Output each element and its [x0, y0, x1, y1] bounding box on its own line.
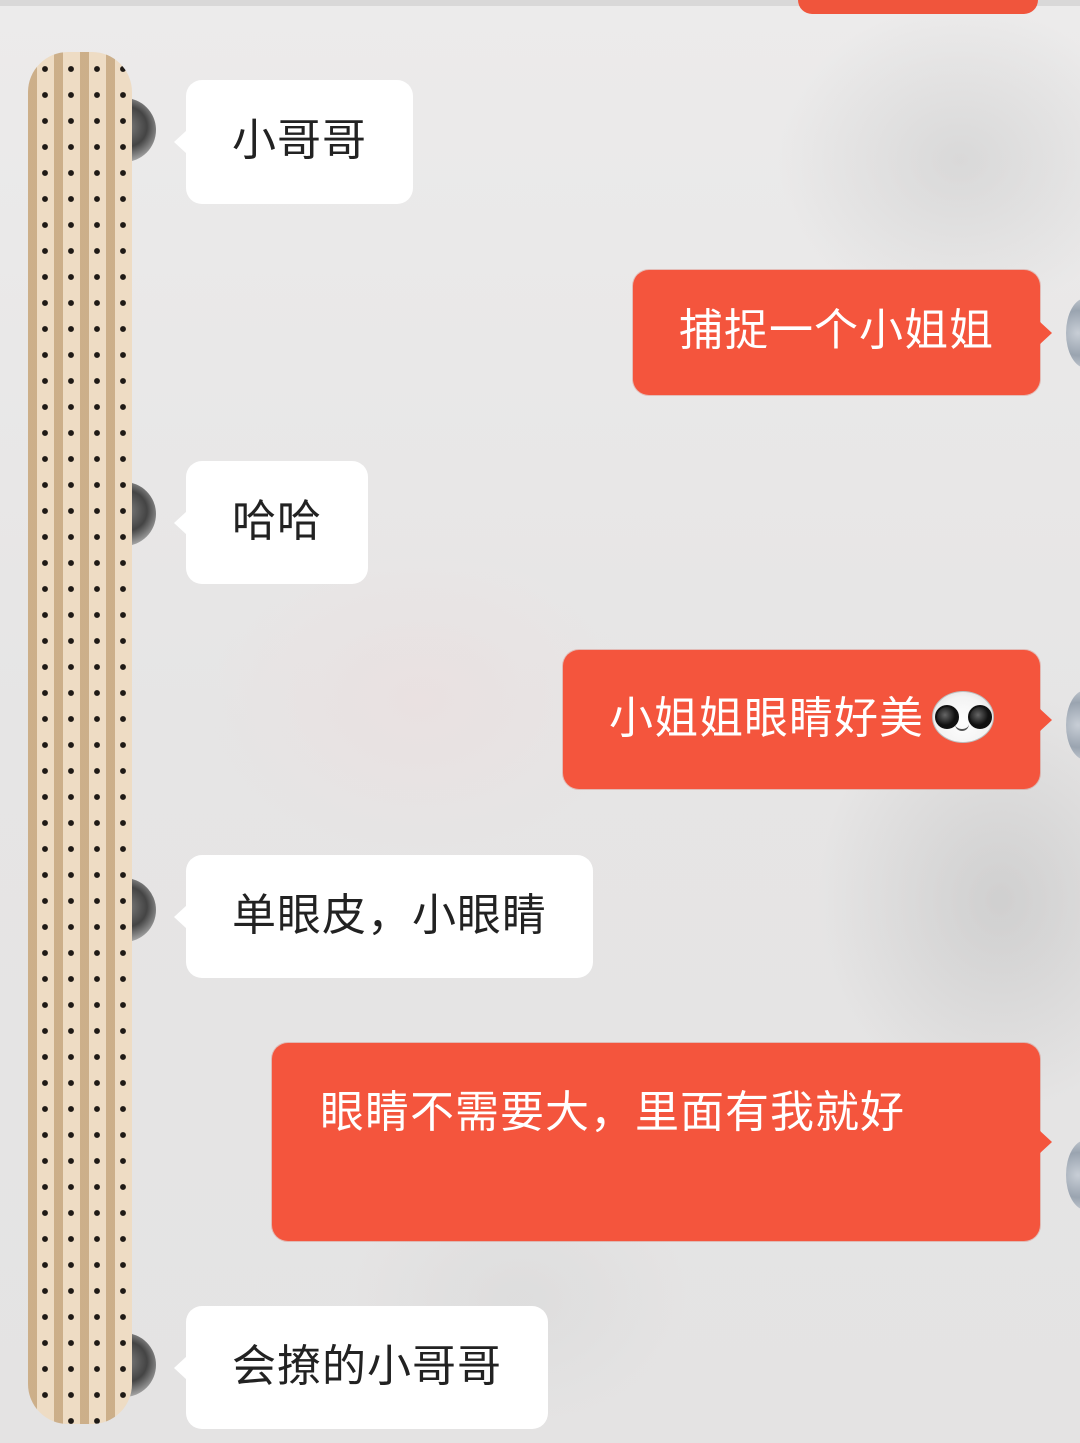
message-text: 眼睛不需要大，里面有我就好 — [320, 1087, 905, 1138]
received-message-bubble[interactable]: 单眼皮，小眼睛 — [174, 855, 593, 978]
message-text: 小姐姐眼睛好美 — [609, 693, 924, 744]
sent-message-bubble[interactable]: 眼睛不需要大，里面有我就好 — [272, 1043, 1052, 1241]
received-message-bubble[interactable]: 会撩的小哥哥 — [174, 1306, 548, 1429]
message-text: 单眼皮，小眼睛 — [232, 890, 547, 941]
received-message-bubble[interactable]: 小哥哥 — [174, 80, 413, 204]
sent-message-bubble[interactable]: 捕捉一个小姐姐 — [633, 270, 1052, 395]
avatar-redaction-overlay — [28, 52, 132, 1424]
sent-message-bubble[interactable]: 小姐姐眼睛好美 — [563, 650, 1052, 789]
message-text: 捕捉一个小姐姐 — [679, 305, 994, 356]
message-text: 小哥哥 — [232, 115, 367, 166]
message-text: 会撩的小哥哥 — [232, 1341, 502, 1392]
wide-eyed-face-emoji — [930, 691, 994, 743]
message-text: 哈哈 — [232, 496, 322, 547]
received-message-bubble[interactable]: 哈哈 — [174, 461, 368, 584]
previous-message-bubble-edge[interactable] — [798, 0, 1038, 14]
